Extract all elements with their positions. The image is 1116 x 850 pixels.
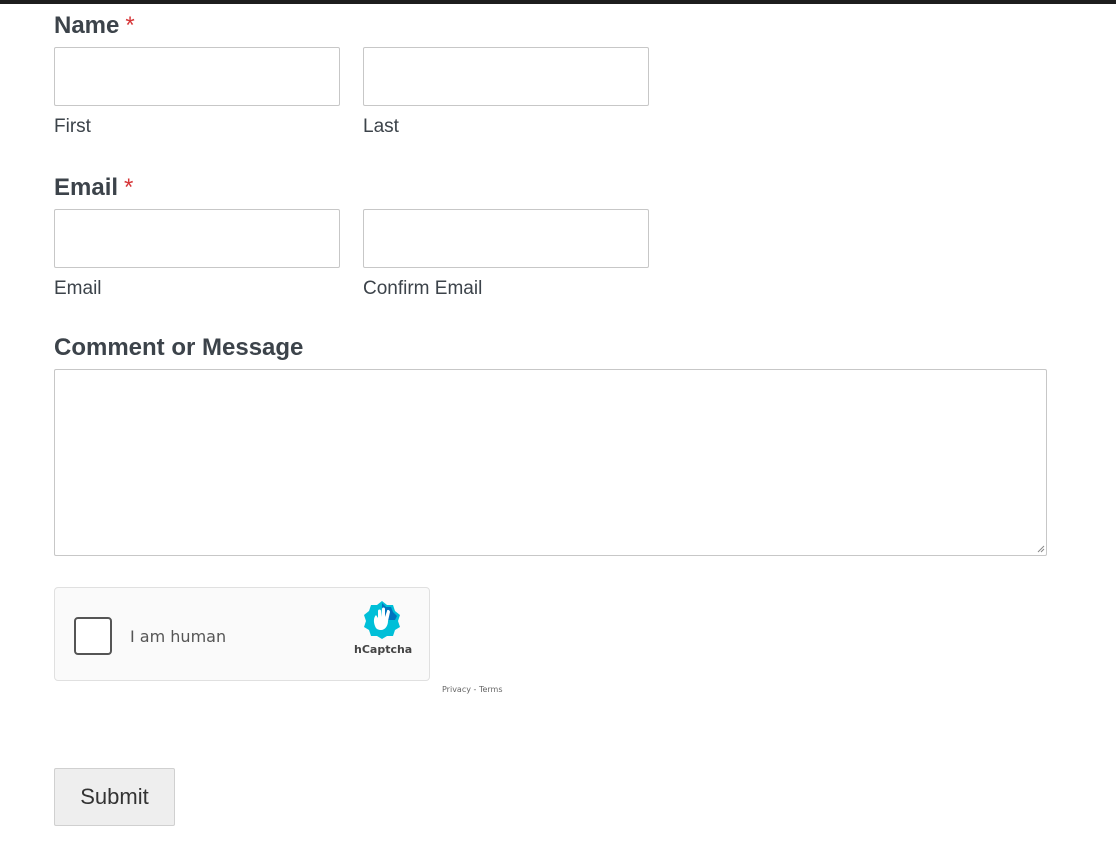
email-label: Email * (54, 176, 133, 200)
captcha-links-separator: - (473, 685, 477, 694)
first-name-input[interactable] (54, 47, 340, 106)
email-label-text: Email (54, 174, 119, 201)
confirm-email-input[interactable] (363, 209, 649, 268)
captcha-checkbox[interactable] (74, 617, 112, 655)
message-label-text: Comment or Message (54, 334, 304, 361)
message-label: Comment or Message (54, 336, 303, 360)
top-border (0, 0, 1116, 4)
name-label-text: Name (54, 12, 120, 39)
hcaptcha-brand: hCaptcha (354, 643, 413, 656)
resize-handle-icon[interactable] (1037, 545, 1045, 553)
submit-button[interactable]: Submit (54, 768, 175, 826)
name-label: Name * (54, 14, 135, 38)
email-input[interactable] (54, 209, 340, 268)
captcha-checkbox-label: I am human (130, 627, 227, 646)
last-name-sublabel: Last (363, 116, 399, 137)
confirm-email-sublabel: Confirm Email (363, 278, 483, 299)
email-sublabel: Email (54, 278, 102, 299)
name-required-marker: * (125, 12, 135, 39)
first-name-sublabel: First (54, 116, 91, 137)
hcaptcha-widget: I am human hCaptcha (54, 587, 430, 681)
captcha-terms-link[interactable]: Terms (479, 685, 503, 694)
message-textarea[interactable] (54, 369, 1047, 556)
hcaptcha-hand-icon (364, 601, 400, 639)
email-required-marker: * (124, 174, 134, 201)
captcha-links: Privacy - Terms (442, 685, 503, 694)
captcha-privacy-link[interactable]: Privacy (442, 685, 471, 694)
last-name-input[interactable] (363, 47, 649, 106)
